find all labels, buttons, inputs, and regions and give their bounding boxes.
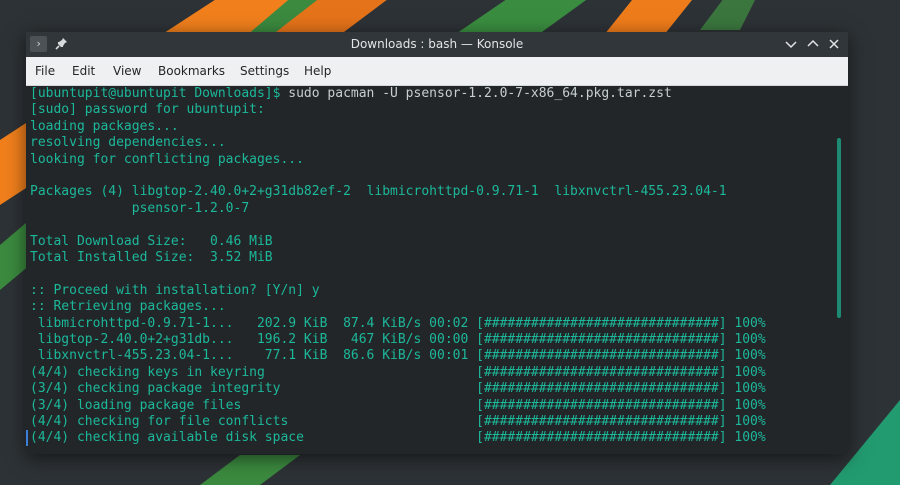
command-text: sudo pacman -U psensor-1.2.0-7-x86_64.pk… bbox=[280, 86, 672, 101]
titlebar[interactable]: › Downloads : bash — Konsole bbox=[26, 32, 848, 57]
minimize-icon[interactable] bbox=[783, 36, 799, 52]
konsole-window[interactable]: › Downloads : bash — Konsole File Edit V… bbox=[26, 32, 848, 454]
menu-view[interactable]: View bbox=[113, 64, 141, 78]
output-line: :: Proceed with installation? [Y/n] y bbox=[30, 282, 320, 298]
output-line: libgtop-2.40.0+2+g31db... 196.2 KiB 467 … bbox=[30, 332, 766, 347]
output-line: (4/4) checking keys in keyring [########… bbox=[30, 364, 766, 380]
output-line: libxnvctrl-455.23.04-1... 77.1 KiB 86.6 … bbox=[30, 348, 766, 364]
output-line: psensor-1.2.0-7 bbox=[30, 200, 250, 216]
output-line: resolving dependencies... bbox=[30, 135, 226, 151]
output-line: (4/4) checking for file conflicts [#####… bbox=[30, 414, 766, 429]
output-line: Packages (4) libgtop-2.40.0+2+g31db82ef-… bbox=[30, 184, 727, 200]
output-line: Total Installed Size: 3.52 MiB bbox=[30, 250, 273, 265]
output-line: libmicrohttpd-0.9.71-1... 202.9 KiB 87.4… bbox=[30, 315, 766, 331]
output-line: (3/4) loading package files [###########… bbox=[30, 397, 766, 413]
output-line: (4/4) checking available disk space [###… bbox=[30, 430, 766, 446]
close-icon[interactable] bbox=[826, 36, 842, 52]
menu-bookmarks[interactable]: Bookmarks bbox=[158, 64, 225, 78]
output-line: :: Retrieving packages... bbox=[30, 299, 226, 315]
shell-prompt: [ubuntupit@ubuntupit Downloads]$ bbox=[30, 86, 281, 101]
window-title: Downloads : bash — Konsole bbox=[350, 37, 524, 51]
terminal-view[interactable]: [ubuntupit@ubuntupit Downloads]$ sudo pa… bbox=[26, 86, 848, 454]
menu-file[interactable]: File bbox=[35, 64, 55, 78]
scrollbar[interactable] bbox=[837, 138, 841, 318]
output-line: (3/4) checking package integrity [######… bbox=[30, 381, 766, 397]
menu-help[interactable]: Help bbox=[304, 64, 331, 78]
output-line: looking for conflicting packages... bbox=[30, 151, 304, 167]
menu-settings[interactable]: Settings bbox=[240, 64, 289, 78]
output-line: loading packages... bbox=[30, 118, 179, 134]
prompt-line: [ubuntupit@ubuntupit Downloads]$ sudo pa… bbox=[30, 86, 672, 102]
text-cursor bbox=[26, 430, 28, 446]
menu-edit[interactable]: Edit bbox=[72, 64, 95, 78]
menubar: File Edit View Bookmarks Settings Help bbox=[26, 57, 848, 86]
maximize-icon[interactable] bbox=[805, 36, 821, 52]
output-line: [sudo] password for ubuntupit: bbox=[30, 102, 265, 118]
output-line: Total Download Size: 0.46 MiB bbox=[30, 233, 273, 249]
